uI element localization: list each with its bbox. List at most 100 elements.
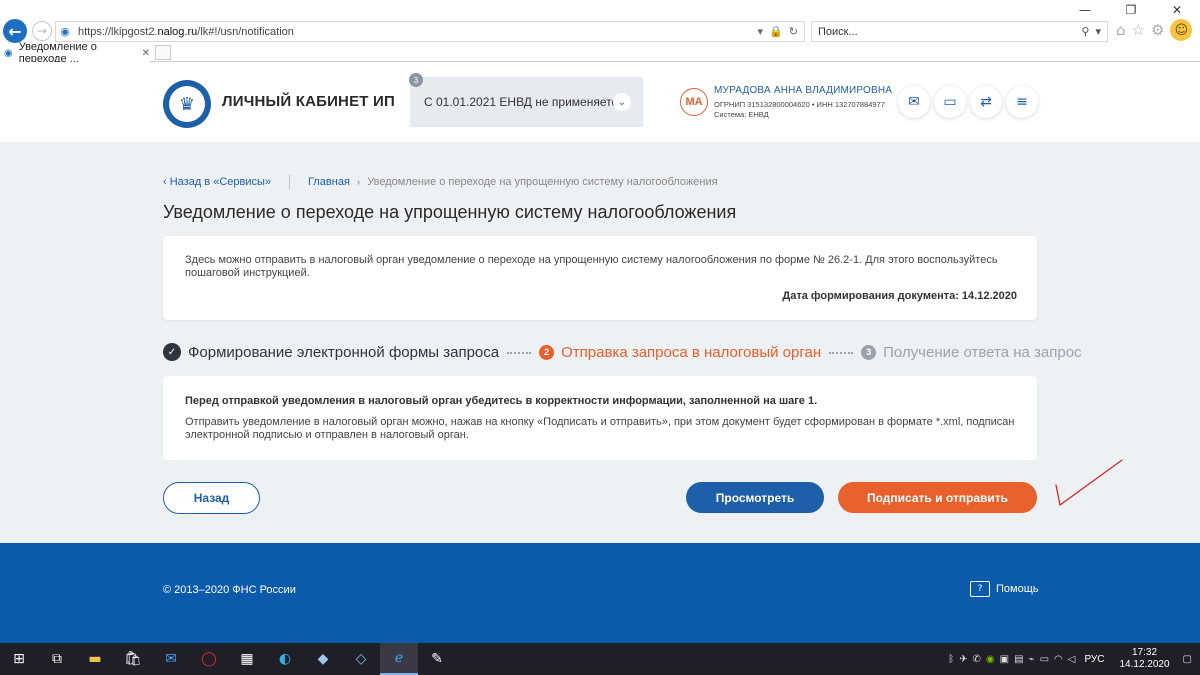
app-icon[interactable]: ✎ [418, 643, 456, 675]
minimize-button[interactable]: — [1062, 0, 1108, 20]
breadcrumb-home-link[interactable]: Главная [308, 176, 350, 188]
store-icon[interactable]: 🛍 [114, 643, 152, 675]
opera-icon[interactable]: ◯ [190, 643, 228, 675]
tray-app-icon[interactable]: ▣ [1000, 654, 1009, 665]
edge-icon[interactable]: ◐ [266, 643, 304, 675]
lock-icon[interactable]: 🔒 [769, 25, 783, 38]
notifications-icon[interactable]: ▢ [1183, 654, 1192, 665]
arrow-left-icon: ← [8, 21, 22, 41]
red-checkmark-annotation [1055, 459, 1123, 507]
url-domain: nalog.ru [157, 25, 198, 38]
tray-app-icon[interactable]: ✈ [959, 654, 967, 665]
home-icon[interactable]: ⌂ [1116, 21, 1126, 41]
search-dropdown-icon[interactable]: ▾ [1095, 25, 1101, 38]
browser-forward-button[interactable]: → [32, 21, 52, 41]
chat-bubble-icon: ▭ [943, 94, 957, 110]
windows-logo-icon: ⊞ [13, 651, 25, 667]
intro-text: Здесь можно отправить в налоговый орган … [185, 254, 998, 279]
step-connector [829, 352, 854, 354]
eagle-emblem-icon: ♛ [169, 86, 205, 122]
copyright: © 2013–2020 ФНС России [163, 584, 296, 596]
bluetooth-icon[interactable]: ᛒ [948, 654, 954, 665]
feedback-smiley-icon[interactable]: ☺ [1170, 19, 1193, 41]
wifi-icon[interactable]: ◠ [1054, 654, 1063, 665]
stepper: ✓ Формирование электронной формы запроса… [163, 343, 1082, 361]
swap-arrows-icon: ⇄ [980, 94, 992, 110]
language-indicator[interactable]: РУС [1084, 654, 1104, 665]
battery-icon[interactable]: ▭ [1040, 654, 1049, 665]
settings-gear-icon[interactable]: ⚙ [1151, 21, 1164, 41]
exchange-button[interactable]: ⇄ [970, 86, 1002, 118]
file-explorer-icon[interactable]: ▬ [76, 643, 114, 675]
search-input[interactable]: Поиск... [818, 26, 1081, 38]
breadcrumb-current: Уведомление о переходе на упрощенную сис… [367, 176, 718, 188]
search-box[interactable]: Поиск... ⚲ ▾ [811, 21, 1108, 42]
calculator-icon[interactable]: ▦ [228, 643, 266, 675]
start-button[interactable]: ⊞ [0, 643, 38, 675]
mail-button[interactable]: ✉ [898, 86, 930, 118]
step-connector [507, 352, 532, 354]
step-2-number: 2 [539, 344, 555, 360]
browser-back-button[interactable]: ← [3, 19, 27, 43]
chat-button[interactable]: ▭ [934, 86, 966, 118]
preview-button[interactable]: Просмотреть [686, 482, 824, 513]
regime-badge: 3 [409, 73, 423, 87]
task-view-icon[interactable]: ⧉ [38, 643, 76, 675]
dropdown-icon[interactable]: ▾ [758, 25, 764, 38]
search-icon[interactable]: ⚲ [1081, 25, 1089, 38]
help-question-icon: ? [970, 581, 990, 597]
clock-date: 14.12.2020 [1119, 659, 1170, 670]
favorites-star-icon[interactable]: ☆ [1132, 21, 1145, 41]
window-controls: — ❐ ✕ [1062, 0, 1200, 20]
system-tray: ᛒ ✈ ✆ ◉ ▣ ▤ ⌁ ▭ ◠ ◁ РУС 17:32 14.12.2020… [948, 643, 1200, 675]
user-name[interactable]: МУРАДОВА АННА ВЛАДИМИРОВНА [714, 85, 892, 96]
user-meta: ОГРНИП 315132800004620 • ИНН 13270788497… [714, 100, 885, 119]
refresh-icon[interactable]: ↻ [789, 25, 798, 38]
menu-button[interactable]: ≡ [1006, 86, 1038, 118]
tray-app-icon[interactable]: ✆ [973, 654, 981, 665]
sign-and-send-button[interactable]: Подписать и отправить [838, 482, 1037, 513]
browser-toolbar-icons: ⌂ ☆ ⚙ ☺ [1116, 19, 1193, 41]
windows-taskbar: ⊞ ⧉ ▬ 🛍 ✉ ◯ ▦ ◐ ◆ ◇ ℯ ✎ ᛒ ✈ ✆ ◉ ▣ ▤ ⌁ ▭ … [0, 643, 1200, 675]
internet-explorer-icon[interactable]: ℯ [380, 643, 418, 675]
maximize-button[interactable]: ❐ [1108, 0, 1154, 20]
app-icon[interactable]: ◇ [342, 643, 380, 675]
clock-time: 17:32 [1132, 647, 1158, 658]
tab-close-icon[interactable]: ✕ [142, 48, 150, 59]
clock[interactable]: 17:32 14.12.2020 [1119, 647, 1169, 671]
close-window-button[interactable]: ✕ [1154, 0, 1200, 20]
intro-card: Здесь можно отправить в налоговый орган … [163, 236, 1037, 320]
back-button[interactable]: Назад [163, 482, 260, 514]
step-3-label: Получение ответа на запрос [883, 343, 1082, 361]
breadcrumb-chevron-icon: › [356, 176, 361, 188]
avatar[interactable]: МА [680, 88, 708, 116]
step-3-number: 3 [861, 344, 877, 360]
help-link[interactable]: ? Помощь [970, 581, 1039, 597]
browser-tab[interactable]: ◉ Уведомление о переходе ... ✕ [0, 41, 150, 65]
breadcrumb-divider [289, 175, 291, 189]
step-done-check-icon: ✓ [163, 343, 181, 361]
step-2-label: Отправка запроса в налоговый орган [561, 343, 822, 361]
mail-app-icon[interactable]: ✉ [152, 643, 190, 675]
help-label: Помощь [996, 583, 1039, 595]
arrow-right-icon: → [36, 24, 48, 38]
tax-regime-selector[interactable]: 3 С 01.01.2021 ЕНВД не применяется ⌄ [409, 73, 643, 127]
breadcrumb: ‹ Назад в «Сервисы» Главная › Уведомлени… [163, 175, 718, 189]
volume-icon[interactable]: ◁ [1068, 654, 1076, 665]
back-to-services-link[interactable]: ‹ Назад в «Сервисы» [163, 176, 271, 188]
nvidia-icon[interactable]: ◉ [986, 654, 995, 665]
new-tab-button[interactable] [155, 45, 171, 60]
brand-title[interactable]: ЛИЧНЫЙ КАБИНЕТ ИП [222, 93, 395, 110]
chevron-down-icon[interactable]: ⌄ [613, 93, 631, 111]
usb-icon[interactable]: ⌁ [1029, 654, 1035, 665]
fns-logo[interactable]: ♛ [163, 80, 211, 128]
app-icon[interactable]: ◆ [304, 643, 342, 675]
document-date: Дата формирования документа: 14.12.2020 [782, 290, 1017, 302]
url-text[interactable]: https://lkipgost2.nalog.ru/lk#!/usn/noti… [74, 26, 758, 38]
tray-app-icon[interactable]: ▤ [1014, 654, 1023, 665]
notice-heading: Перед отправкой уведомления в налоговый … [185, 395, 818, 407]
address-bar[interactable]: ◉ https://lkipgost2.nalog.ru/lk#!/usn/no… [55, 21, 805, 42]
site-icon: ◉ [60, 25, 70, 38]
envelope-icon: ✉ [908, 94, 920, 110]
hamburger-menu-icon: ≡ [1016, 94, 1028, 110]
